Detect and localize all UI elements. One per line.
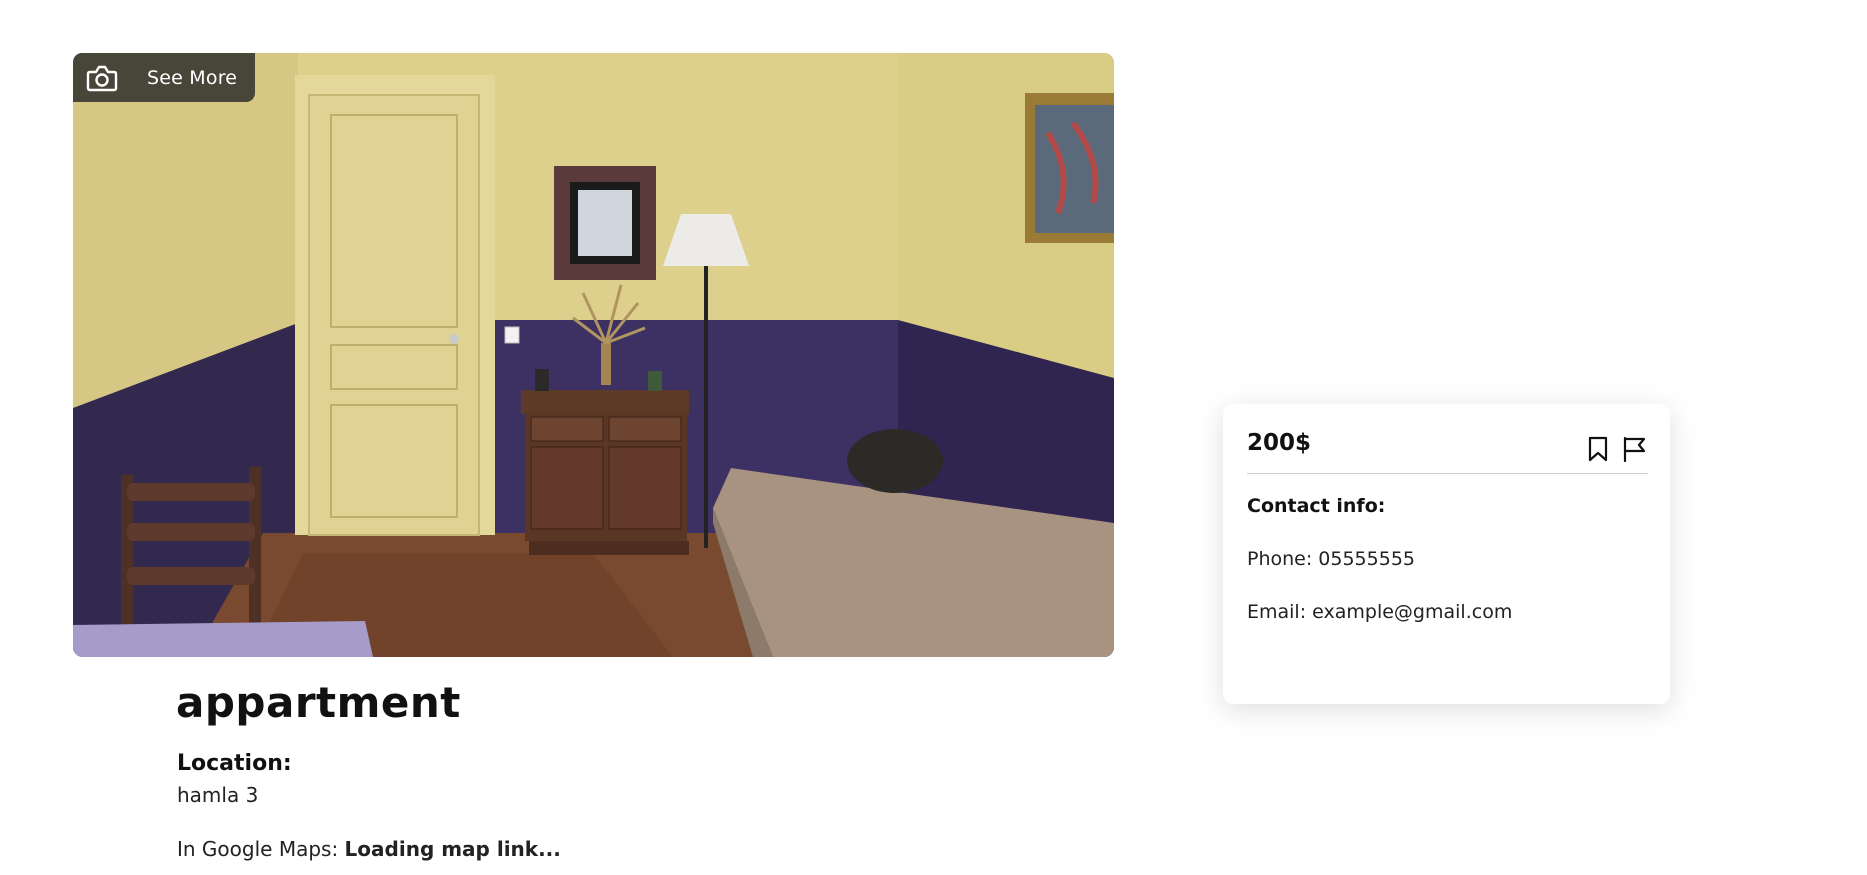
bookmark-icon[interactable] [1584, 434, 1612, 464]
flag-icon[interactable] [1620, 434, 1648, 464]
see-more-label: See More [147, 66, 238, 89]
listing-title: appartment [176, 678, 461, 727]
contact-card: 200$ Contact info: Phone: 05555555 Email… [1223, 404, 1670, 704]
google-maps-prefix: In Google Maps: [177, 837, 339, 861]
contact-phone: Phone: 05555555 [1247, 548, 1416, 570]
google-maps-link[interactable]: Loading map link... [345, 837, 561, 861]
contact-info-label: Contact info: [1247, 495, 1386, 517]
google-maps-line: In Google Maps: Loading map link... [177, 837, 561, 861]
room-photo-illustration [73, 53, 1114, 657]
price: 200$ [1247, 430, 1312, 456]
camera-icon [86, 65, 118, 91]
contact-email: Email: example@gmail.com [1247, 601, 1513, 623]
see-more-button[interactable]: See More [73, 53, 255, 102]
location-value: hamla 3 [177, 783, 259, 807]
card-divider [1247, 473, 1648, 474]
listing-photo[interactable] [73, 53, 1114, 657]
location-label: Location: [177, 751, 292, 776]
card-actions [1584, 434, 1648, 464]
